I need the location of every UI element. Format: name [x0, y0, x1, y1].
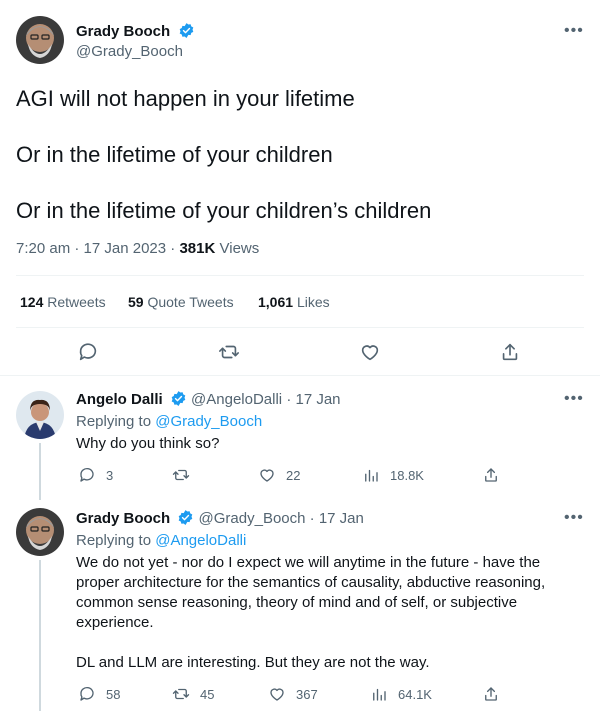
- divider: [16, 327, 584, 328]
- like-icon[interactable]: [359, 341, 381, 363]
- like-count: 22: [286, 467, 301, 483]
- reply-text-paragraph-1: We do not yet - nor do I expect we will …: [76, 554, 546, 631]
- retweet-icon: [172, 469, 190, 481]
- reply-icon: [80, 467, 94, 482]
- views-icon: [373, 688, 386, 701]
- more-icon[interactable]: •••: [564, 390, 584, 408]
- thread-line: [39, 560, 41, 711]
- divider: [0, 375, 600, 376]
- views-button[interactable]: 64.1K: [370, 685, 432, 703]
- reply-text: Why do you think so?: [76, 435, 220, 452]
- avatar-grady-icon: [16, 508, 64, 556]
- retweet-button[interactable]: [172, 466, 200, 484]
- like-icon: [270, 688, 284, 701]
- divider: [16, 275, 584, 276]
- retweet-icon: [172, 688, 190, 700]
- author-name[interactable]: Grady Booch: [76, 23, 170, 40]
- reply-author-handle[interactable]: @Grady_Booch: [199, 510, 306, 527]
- like-button[interactable]: 367: [268, 685, 318, 703]
- share-icon: [485, 687, 497, 701]
- reply-author-name[interactable]: Angelo Dalli: [76, 391, 163, 408]
- quotes-count: 59: [128, 294, 144, 310]
- tweet-line-1: AGI will not happen in your lifetime: [16, 86, 355, 111]
- retweet-icon[interactable]: [218, 341, 240, 363]
- quotes-label: Quote Tweets: [147, 294, 234, 310]
- author-handle[interactable]: @Grady_Booch: [76, 43, 183, 60]
- retweets-count: 124: [20, 294, 44, 310]
- views-label: Views: [219, 240, 260, 257]
- reply-icon: [80, 686, 94, 701]
- likes-count: 1,061: [258, 294, 294, 310]
- like-button[interactable]: 22: [258, 466, 300, 484]
- likes-label: Likes: [296, 294, 330, 310]
- replying-to-link[interactable]: @AngeloDalli: [155, 532, 246, 549]
- share-icon: [485, 468, 497, 482]
- replying-to: Replying to @AngeloDalli: [76, 531, 576, 551]
- verified-badge-icon: [179, 23, 193, 38]
- views-button[interactable]: 18.8K: [362, 466, 424, 484]
- like-icon: [260, 469, 274, 482]
- views-icon: [365, 469, 378, 482]
- reply-date[interactable]: 17 Jan: [319, 510, 364, 527]
- tweet-date[interactable]: 17 Jan 2023: [84, 240, 167, 257]
- share-button[interactable]: [482, 685, 500, 703]
- like-count: 367: [296, 686, 318, 702]
- reply-icon[interactable]: [77, 341, 99, 363]
- replying-to-prefix: Replying to: [76, 413, 152, 430]
- quotes-stat[interactable]: 59 Quote Tweets: [128, 294, 234, 310]
- reply-button[interactable]: 3: [78, 466, 113, 484]
- replying-to-prefix: Replying to: [76, 532, 152, 549]
- thread-line: [39, 443, 41, 500]
- tweet-time[interactable]: 7:20 am: [16, 240, 70, 257]
- views-count: 381K: [179, 240, 216, 257]
- views-count: 64.1K: [398, 686, 432, 702]
- retweets-stat[interactable]: 124 Retweets: [20, 294, 106, 310]
- share-button[interactable]: [482, 466, 500, 484]
- tweet-meta: 7:20 am · 17 Jan 2023 · 381K Views: [16, 240, 260, 257]
- reply-author-name[interactable]: Grady Booch: [76, 510, 170, 527]
- reply-button[interactable]: 58: [78, 685, 120, 703]
- author-name-row[interactable]: Grady Booch: [76, 22, 195, 41]
- likes-stat[interactable]: 1,061 Likes: [258, 294, 330, 310]
- reply-header: Angelo Dalli @AngeloDalli · 17 Jan: [76, 391, 341, 408]
- avatar-angelo-icon: [16, 391, 64, 439]
- retweets-label: Retweets: [47, 294, 106, 310]
- replying-to: Replying to @Grady_Booch: [76, 412, 576, 432]
- retweet-button[interactable]: 45: [172, 685, 214, 703]
- more-icon[interactable]: •••: [564, 22, 584, 40]
- tweet-line-2: Or in the lifetime of your children: [16, 142, 333, 167]
- verified-badge-icon: [171, 391, 186, 406]
- avatar[interactable]: [16, 391, 64, 439]
- avatar[interactable]: [16, 508, 64, 556]
- retweet-count: 45: [200, 686, 215, 702]
- more-icon[interactable]: •••: [564, 509, 584, 527]
- reply-date[interactable]: 17 Jan: [295, 391, 340, 408]
- reply-count: 3: [106, 467, 114, 483]
- avatar-grady-icon: [16, 16, 64, 64]
- verified-badge-icon: [179, 510, 193, 525]
- avatar[interactable]: [16, 16, 64, 64]
- views-count: 18.8K: [390, 467, 424, 483]
- replying-to-link[interactable]: @Grady_Booch: [155, 413, 262, 430]
- tweet-line-3: Or in the lifetime of your children’s ch…: [16, 198, 432, 223]
- reply-text-paragraph-2: DL and LLM are interesting. But they are…: [76, 654, 430, 671]
- reply-author-handle[interactable]: @AngeloDalli: [191, 391, 282, 408]
- reply-header: Grady Booch @Grady_Booch · 17 Jan: [76, 510, 364, 527]
- reply-count: 58: [106, 686, 121, 702]
- share-icon[interactable]: [499, 341, 521, 363]
